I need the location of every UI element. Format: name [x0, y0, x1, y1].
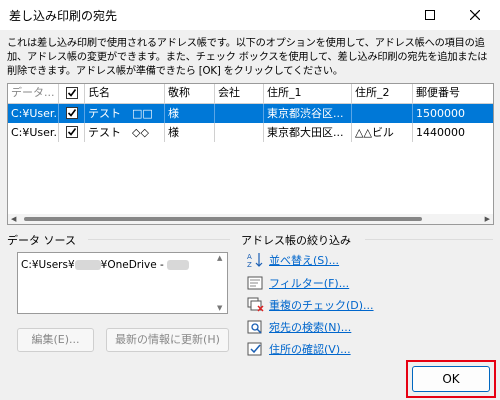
- select-all-checkbox[interactable]: [66, 87, 78, 99]
- header-name[interactable]: 氏名: [85, 84, 165, 103]
- group-divider: [88, 239, 230, 240]
- cell-address1: 東京都渋谷区...: [264, 104, 352, 123]
- cell-zip: 1440000: [413, 123, 493, 142]
- redacted-org: [167, 260, 190, 270]
- cell-checkbox[interactable]: [59, 123, 85, 142]
- scroll-right-icon[interactable]: ▶: [485, 215, 490, 223]
- redacted-username: [74, 260, 101, 270]
- list-scrollbar[interactable]: ▲ ▼: [216, 254, 226, 312]
- scroll-down-icon[interactable]: ▼: [217, 304, 222, 312]
- scrollbar-thumb[interactable]: [24, 217, 422, 221]
- header-company[interactable]: 会社: [215, 84, 264, 103]
- help-icon: [425, 10, 435, 20]
- cell-title: 様: [165, 123, 215, 142]
- cell-title: 様: [165, 104, 215, 123]
- validate-address-link-label[interactable]: 住所の確認(V)...: [269, 341, 351, 357]
- table-row[interactable]: C:¥User... テスト ◇◇ 様 東京都大田区... △△ビル 14400…: [8, 123, 493, 142]
- cell-source: C:¥User...: [8, 104, 59, 123]
- data-source-label: データ ソース: [7, 234, 76, 247]
- close-button[interactable]: [455, 0, 495, 30]
- duplicate-check-link-label[interactable]: 重複のチェック(D)...: [269, 297, 374, 313]
- title-bar: 差し込み印刷の宛先: [0, 0, 500, 30]
- cell-company: [215, 104, 264, 123]
- find-recipient-link[interactable]: 宛先の検索(N)...: [247, 318, 351, 336]
- edit-button[interactable]: 編集(E)...: [17, 328, 94, 352]
- table-header: データ... 氏名 敬称 会社 住所_1 住所_2 郵便番号: [8, 84, 493, 104]
- sort-link-label[interactable]: 並べ替え(S)...: [269, 252, 339, 268]
- header-data-source[interactable]: データ...: [8, 84, 59, 103]
- find-recipient-link-label[interactable]: 宛先の検索(N)...: [269, 319, 351, 335]
- svg-text:A: A: [247, 253, 252, 261]
- data-source-path-prefix: C:¥Users¥: [21, 259, 75, 271]
- help-button[interactable]: [410, 0, 450, 30]
- filter-icon: [247, 276, 263, 290]
- description-text: これは差し込み印刷で使用されるアドレス帳です。以下のオプションを使用して、アドレ…: [7, 38, 488, 77]
- close-icon: [470, 10, 480, 20]
- horizontal-scrollbar[interactable]: ◀ ▶: [8, 214, 493, 224]
- validate-address-icon: [247, 342, 262, 356]
- data-source-item[interactable]: C:¥Users¥ ¥OneDrive -: [21, 259, 190, 271]
- sort-icon: A Z: [247, 253, 263, 268]
- data-source-path-middle: ¥OneDrive -: [100, 259, 168, 271]
- group-divider: [365, 239, 493, 240]
- sort-link[interactable]: A Z 並べ替え(S)...: [247, 251, 339, 269]
- cell-address2: △△ビル: [352, 123, 413, 142]
- cell-name: テスト ◇◇: [85, 123, 165, 142]
- header-select-all[interactable]: [59, 84, 85, 103]
- cell-address2: [352, 104, 413, 123]
- recipients-table[interactable]: データ... 氏名 敬称 会社 住所_1 住所_2 郵便番号 C:¥User..…: [7, 83, 494, 225]
- row-checkbox[interactable]: [66, 126, 78, 138]
- refine-label: アドレス帳の絞り込み: [241, 234, 351, 247]
- validate-address-link[interactable]: 住所の確認(V)...: [247, 340, 351, 358]
- svg-text:Z: Z: [247, 261, 252, 268]
- header-address2[interactable]: 住所_2: [352, 84, 413, 103]
- cell-company: [215, 123, 264, 142]
- find-recipient-icon: [247, 320, 262, 334]
- scroll-left-icon[interactable]: ◀: [11, 215, 16, 223]
- cell-name: テスト □□: [85, 104, 165, 123]
- refresh-button[interactable]: 最新の情報に更新(H): [106, 328, 229, 352]
- cell-zip: 1500000: [413, 104, 493, 123]
- window-title: 差し込み印刷の宛先: [9, 9, 118, 23]
- duplicate-check-link[interactable]: 重複のチェック(D)...: [247, 296, 374, 314]
- cell-source: C:¥User...: [8, 123, 59, 142]
- table-row[interactable]: C:¥User... テスト □□ 様 東京都渋谷区... 1500000: [8, 104, 493, 123]
- ok-button[interactable]: OK: [412, 366, 490, 392]
- header-title[interactable]: 敬称: [165, 84, 215, 103]
- cell-address1: 東京都大田区...: [264, 123, 352, 142]
- scroll-up-icon[interactable]: ▲: [217, 254, 222, 262]
- data-source-list[interactable]: C:¥Users¥ ¥OneDrive - ▲ ▼: [17, 252, 228, 314]
- header-zip[interactable]: 郵便番号: [413, 84, 493, 103]
- row-checkbox[interactable]: [66, 107, 78, 119]
- duplicate-check-icon: [247, 297, 264, 312]
- cell-checkbox[interactable]: [59, 104, 85, 123]
- header-address1[interactable]: 住所_1: [264, 84, 352, 103]
- filter-link[interactable]: フィルター(F)...: [247, 274, 349, 292]
- filter-link-label[interactable]: フィルター(F)...: [269, 275, 349, 291]
